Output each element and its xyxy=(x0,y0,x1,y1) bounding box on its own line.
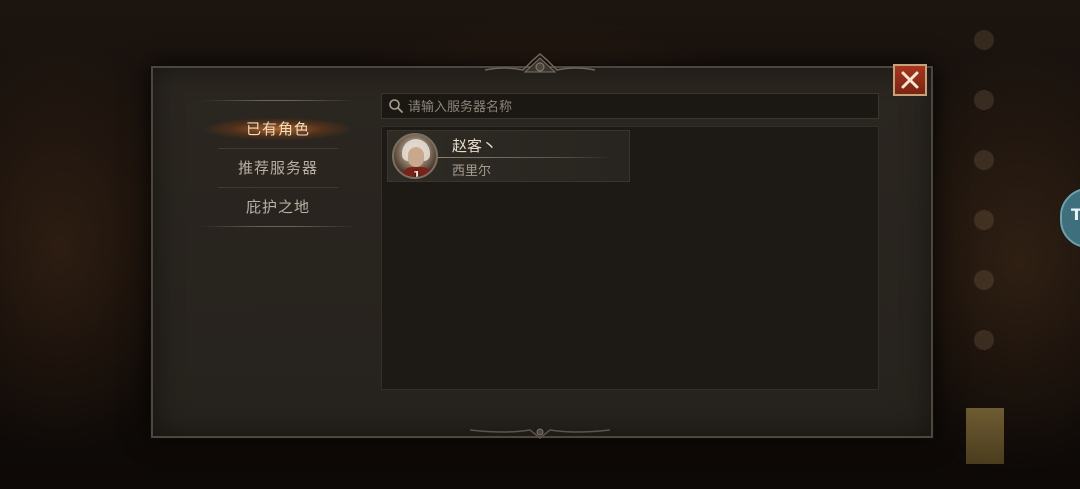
nav-item-label: 已有角色 xyxy=(245,120,310,138)
character-name: 赵客丶 xyxy=(452,137,498,155)
character-card-divider xyxy=(438,157,613,158)
nav-item-existing-characters[interactable]: 已有角色 xyxy=(200,110,356,148)
search-icon xyxy=(389,99,403,113)
character-server: 西里尔 xyxy=(452,164,492,179)
character-level: 1 xyxy=(413,169,421,179)
background-side-strip xyxy=(968,20,1000,380)
nav-bottom-cap xyxy=(200,226,356,236)
side-tab-label: T xyxy=(1071,205,1080,224)
close-button[interactable] xyxy=(893,64,927,96)
close-icon xyxy=(901,71,919,89)
nav-item-sanctuary[interactable]: 庇护之地 xyxy=(200,188,356,226)
background-card xyxy=(966,408,1004,464)
bottom-ornament xyxy=(470,428,610,439)
top-ornament xyxy=(485,53,595,73)
character-list: 1 赵客丶 西里尔 xyxy=(381,126,879,390)
nav-item-label: 推荐服务器 xyxy=(237,159,318,177)
character-card[interactable]: 1 赵客丶 西里尔 xyxy=(387,130,630,182)
nav-item-label: 庇护之地 xyxy=(245,198,310,216)
character-avatar: 1 xyxy=(392,133,438,179)
server-category-nav: 已有角色 推荐服务器 庇护之地 xyxy=(200,100,356,236)
server-search-input[interactable] xyxy=(406,94,870,120)
nav-item-recommended-servers[interactable]: 推荐服务器 xyxy=(200,149,356,187)
nav-top-cap xyxy=(200,100,356,110)
server-search-bar xyxy=(381,93,879,120)
